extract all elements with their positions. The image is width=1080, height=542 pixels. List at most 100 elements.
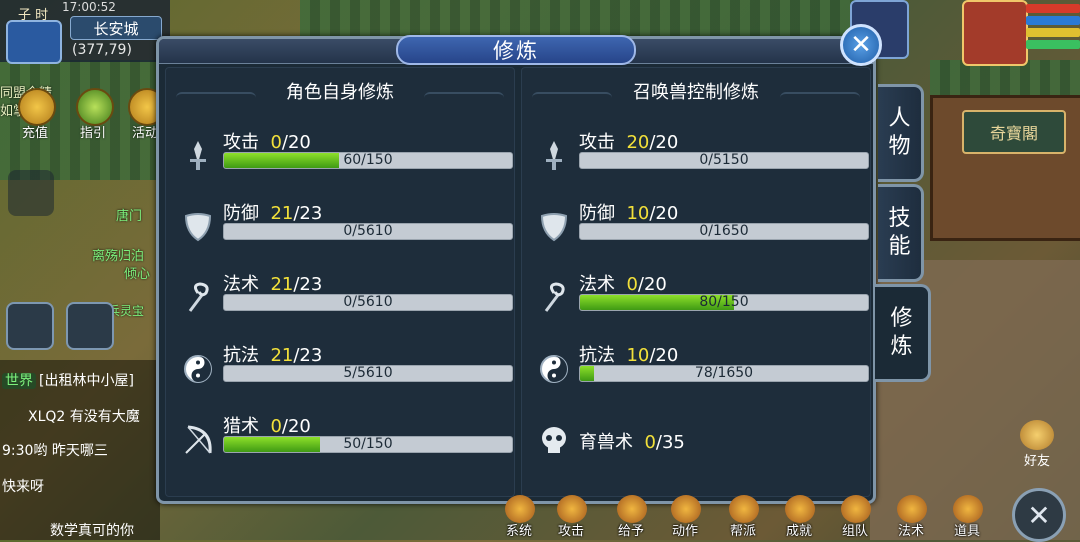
close-button[interactable]: ✕ (840, 24, 882, 66)
world-channel-tag: 世界 (2, 373, 36, 389)
current-level: 20 (626, 132, 649, 153)
sword-icon (180, 138, 216, 174)
exp-bar (1026, 40, 1080, 49)
recharge-label[interactable]: 充值 (22, 122, 48, 141)
player-avatar[interactable] (962, 0, 1028, 66)
chat-panel[interactable]: 世界[出租林中小屋] XLQ2 有没有大魔 9:30哟 昨天哪三 快来呀 数学真… (0, 360, 160, 540)
cultivation-name: 防御 10/20 (579, 199, 678, 225)
cultivation-row[interactable]: 攻击 0/20 60/150 (180, 128, 510, 188)
current-level: 10 (626, 203, 649, 224)
progress-bar: 78/1650 (579, 365, 869, 382)
panel-title: 修炼 (396, 35, 636, 65)
bottom-menu-bar: 系统 攻击 给予 动作 帮派 成就 组队 法术 道具 (497, 495, 997, 540)
tab-label: 技 (888, 205, 910, 233)
progress-text: 78/1650 (580, 366, 868, 381)
friends-button[interactable]: 好友 (1014, 420, 1060, 468)
max-level: /23 (293, 345, 322, 366)
menu-system[interactable]: 系统 (497, 495, 541, 540)
shield-icon (536, 209, 572, 245)
current-level: 0 (270, 132, 281, 153)
pet-cultivation-column: 召唤兽控制修炼 攻击 20/20 0/5150 防御 10/20 0/1650 … (521, 67, 871, 497)
max-level: /20 (282, 132, 311, 153)
progress-bar: 0/5610 (223, 223, 513, 240)
friends-label: 好友 (1014, 450, 1060, 469)
skill-name: 法术 (579, 274, 615, 295)
skill-name: 抗法 (223, 345, 259, 366)
items-icon (953, 495, 983, 523)
menu-give[interactable]: 给予 (609, 495, 653, 540)
menu-action[interactable]: 动作 (663, 495, 707, 540)
progress-text: 60/150 (224, 153, 512, 168)
guide-label[interactable]: 指引 (80, 122, 106, 141)
tab-cultivation[interactable]: 修 炼 (875, 284, 931, 382)
cultivation-name: 法术 0/20 (579, 270, 667, 296)
max-level: /20 (638, 274, 667, 295)
tab-label: 能 (888, 233, 910, 261)
cultivation-panel: 修炼 角色自身修炼 攻击 0/20 60/150 防御 21/23 0/5610… (156, 36, 876, 504)
cultivation-row[interactable]: 攻击 20/20 0/5150 (536, 128, 866, 188)
menu-attack[interactable]: 攻击 (549, 495, 593, 540)
handshake-icon (1020, 420, 1054, 450)
max-level: /20 (649, 345, 678, 366)
cultivation-name: 攻击 20/20 (579, 128, 678, 154)
city-name[interactable]: 长安城 (70, 16, 162, 40)
menu-label: 系统 (497, 520, 541, 539)
cultivation-row[interactable]: 法术 0/20 80/150 (536, 270, 866, 330)
max-level: /35 (656, 432, 685, 453)
progress-bar: 5/5610 (223, 365, 513, 382)
menu-collapse-button[interactable]: ✕ (1012, 488, 1066, 542)
character-cultivation-heading: 角色自身修炼 (166, 78, 514, 104)
recharge-icon[interactable] (18, 88, 56, 126)
guide-icon[interactable] (76, 88, 114, 126)
menu-guild[interactable]: 帮派 (721, 495, 765, 540)
menu-label: 道具 (945, 520, 989, 539)
cultivation-row[interactable]: 防御 21/23 0/5610 (180, 199, 510, 259)
microphone-icon[interactable] (66, 302, 114, 350)
anger-bar (1026, 28, 1080, 37)
current-level: 21 (270, 203, 293, 224)
max-level: /20 (282, 416, 311, 437)
current-level: 0 (270, 416, 281, 437)
chat-bubble-icon[interactable] (6, 302, 54, 350)
max-level: /23 (293, 274, 322, 295)
staff-icon (536, 280, 572, 316)
tab-skills[interactable]: 技 能 (878, 184, 924, 282)
location-hud: 子 时 17:00:52 长安城 (377,79) (0, 0, 170, 62)
skull-icon (536, 422, 572, 458)
mp-bar (1026, 16, 1080, 25)
attack-icon (557, 495, 587, 523)
give-icon (617, 495, 647, 523)
menu-team[interactable]: 组队 (833, 495, 877, 540)
progress-text: 0/5150 (580, 153, 868, 168)
menu-items[interactable]: 道具 (945, 495, 989, 540)
activity-label[interactable]: 活动 (132, 122, 158, 141)
cultivation-row[interactable]: 育兽术 0/35 (536, 412, 866, 472)
hp-bar (1026, 4, 1080, 13)
cultivation-row[interactable]: 猎术 0/20 50/150 (180, 412, 510, 472)
minimap-avatar[interactable] (6, 20, 62, 64)
staff-icon (180, 280, 216, 316)
tab-label: 炼 (890, 333, 912, 361)
menu-achievement[interactable]: 成就 (777, 495, 821, 540)
menu-label: 攻击 (549, 520, 593, 539)
tab-character[interactable]: 人 物 (878, 84, 924, 182)
clock-label: 17:00:52 (62, 0, 116, 14)
pet-cultivation-heading: 召唤兽控制修炼 (522, 78, 870, 104)
progress-bar: 0/5150 (579, 152, 869, 169)
menu-spell[interactable]: 法术 (889, 495, 933, 540)
yinyang-icon (536, 351, 572, 387)
current-level: 21 (270, 274, 293, 295)
cultivation-name: 法术 21/23 (223, 270, 322, 296)
cultivation-name: 抗法 10/20 (579, 341, 678, 367)
cultivation-row[interactable]: 抗法 10/20 78/1650 (536, 341, 866, 401)
cultivation-row[interactable]: 抗法 21/23 5/5610 (180, 341, 510, 401)
skill-name: 攻击 (223, 132, 259, 153)
current-level: 0 (644, 432, 655, 453)
cultivation-row[interactable]: 防御 10/20 0/1650 (536, 199, 866, 259)
max-level: /23 (293, 203, 322, 224)
skill-name: 防御 (579, 203, 615, 224)
character-cultivation-column: 角色自身修炼 攻击 0/20 60/150 防御 21/23 0/5610 法术… (165, 67, 515, 497)
cultivation-row[interactable]: 法术 21/23 0/5610 (180, 270, 510, 330)
skill-name: 防御 (223, 203, 259, 224)
expand-icon[interactable] (8, 170, 54, 216)
